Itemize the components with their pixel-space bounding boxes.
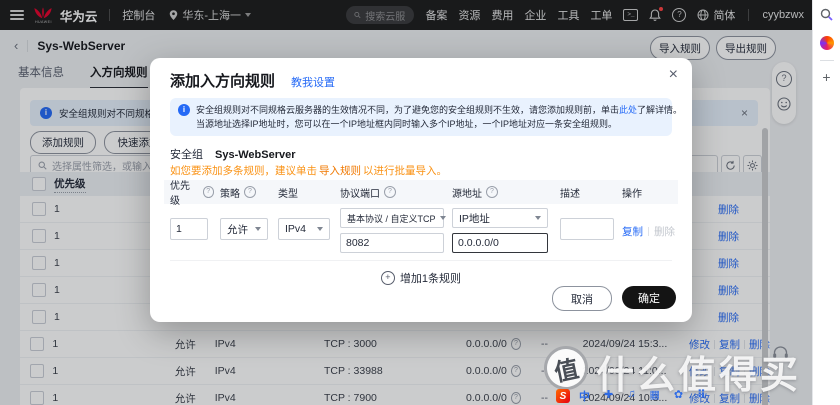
strategy-select[interactable]: 允许 <box>220 218 268 240</box>
help-icon[interactable]: ? <box>202 186 214 198</box>
protocol-select[interactable]: 基本协议 / 自定义TCP <box>340 208 446 228</box>
chevron-down-icon <box>317 227 323 231</box>
rule-form-row: 允许 IPv4 基本协议 / 自定义TCP IP地址 <box>164 208 678 253</box>
confirm-button[interactable]: 确定 <box>622 286 676 309</box>
rail-app-logo-icon[interactable] <box>819 36 834 50</box>
chevron-down-icon <box>255 227 261 231</box>
huawei-cloud-console-screen: HUAWEI 华为云 控制台 华东-上海一 搜索云服... 备案资源费用企业工具… <box>0 0 840 405</box>
source-ip-input[interactable] <box>452 233 548 253</box>
form-header-protocol: 协议端口 <box>340 188 380 200</box>
priority-input[interactable] <box>170 218 208 240</box>
help-icon[interactable]: ? <box>244 186 256 198</box>
info-icon: i <box>178 104 190 116</box>
copy-rule-link[interactable]: 复制 <box>622 224 643 239</box>
plus-circle-icon: + <box>380 271 395 285</box>
chevron-down-icon <box>439 216 446 220</box>
modal-title: 添加入方向规则 <box>170 73 276 90</box>
here-link[interactable]: 此处 <box>619 105 637 115</box>
form-header-desc: 描述 <box>560 188 580 200</box>
port-input[interactable] <box>340 233 444 253</box>
type-select[interactable]: IPv4 <box>278 218 330 240</box>
security-group-row: 安全组 Sys-WebServer <box>170 146 296 162</box>
form-header-source: 源地址 <box>452 188 482 200</box>
rail-search-icon[interactable] <box>820 8 833 26</box>
help-icon[interactable]: ? <box>384 186 396 198</box>
modal-info-banner: i 安全组规则对不同规格云服务器的生效情况不同，为了避免您的安全组规则不生效，请… <box>170 98 682 136</box>
security-group-name: Sys-WebServer <box>215 149 296 161</box>
form-header-strategy: 策略 <box>220 188 240 200</box>
cancel-button[interactable]: 取消 <box>552 286 612 311</box>
delete-rule-link-disabled: 删除 <box>654 226 675 238</box>
description-input[interactable] <box>560 218 614 240</box>
banner-line2: 当源地址选择IP地址时，您可以在一个IP地址框内同时输入多个IP地址，一个IP地… <box>196 119 618 129</box>
form-header-action: 操作 <box>622 188 642 200</box>
divider <box>648 227 649 236</box>
import-rules-link[interactable]: 导入规则 <box>319 165 361 177</box>
form-header-priority: 优先级 <box>170 181 190 207</box>
rail-add-icon[interactable]: + <box>822 70 830 84</box>
modal-close-icon[interactable]: × <box>669 66 678 84</box>
help-icon[interactable]: ? <box>486 186 498 198</box>
add-inbound-rule-modal: 添加入方向规则 教我设置 × i 安全组规则对不同规格云服务器的生效情况不同，为… <box>150 58 692 322</box>
source-type-select[interactable]: IP地址 <box>452 208 548 228</box>
teach-me-link[interactable]: 教我设置 <box>291 74 335 90</box>
form-header-type: 类型 <box>278 188 298 200</box>
browser-side-rail: + <box>812 0 840 405</box>
form-header: 优先级? 策略? 类型 协议端口? 源地址? 描述 操作 <box>164 180 678 207</box>
security-group-label: 安全组 <box>170 149 203 161</box>
chevron-down-icon <box>535 216 541 220</box>
banner-line1: 安全组规则对不同规格云服务器的生效情况不同，为了避免您的安全组规则不生效，请您添… <box>196 105 683 115</box>
rail-divider <box>819 60 834 61</box>
batch-import-note: 如您要添加多条规则，建议单击 导入规则 以进行批量导入。 <box>170 165 447 177</box>
add-one-rule-button[interactable]: + 增加1条规则 <box>170 260 672 286</box>
